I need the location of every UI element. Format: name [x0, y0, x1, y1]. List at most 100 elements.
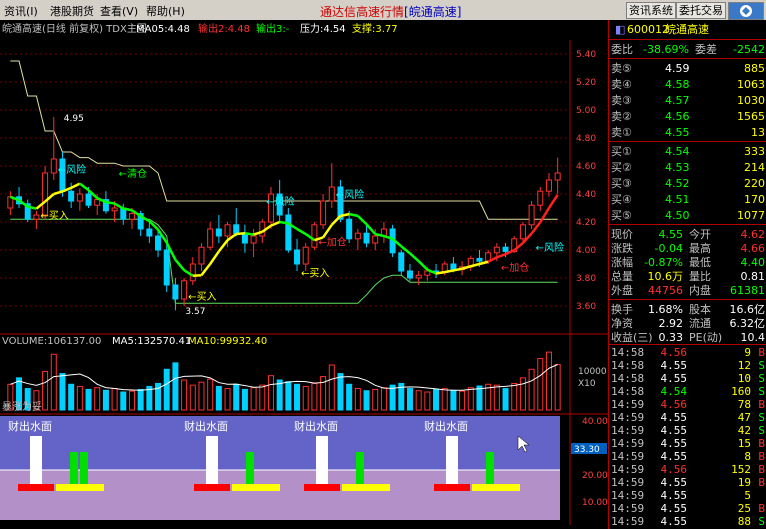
volume-bar [354, 388, 361, 411]
tick-row: 14:59 4.56 152 B [609, 463, 766, 477]
indicator-yellow-base [342, 484, 390, 491]
sell-level-price: 4.55 [665, 126, 690, 139]
tick-side: S [758, 424, 765, 437]
tick-row: 14:59 4.55 25 B [609, 502, 766, 516]
indicator-red-base [194, 484, 230, 491]
fundamental-label-right: PE(动) [689, 331, 723, 344]
stat-value: -0.87% [644, 256, 683, 269]
tick-volume: 42 [737, 424, 751, 437]
sell-level-row: 卖② 4.56 1565 [609, 109, 766, 124]
sell-level-row: 卖③ 4.57 1030 [609, 93, 766, 108]
info-system-button[interactable]: 资讯系统 [626, 2, 676, 19]
indicator-green-bar [486, 452, 494, 484]
tick-volume: 160 [731, 385, 751, 398]
candle-body [502, 246, 509, 252]
volume-bar [433, 388, 440, 411]
volume-bar [294, 383, 301, 411]
candle-body [198, 246, 205, 265]
tick-time: 14:59 [611, 411, 645, 424]
buy-level-price: 4.50 [665, 209, 690, 222]
indicator-white-bar [30, 436, 42, 484]
candle-body [94, 199, 101, 206]
quote-fundamental-row: 收益(三) 0.33 PE(动) 10.4 [609, 330, 766, 345]
volume-bar [328, 364, 335, 411]
sell-level-price: 4.57 [665, 94, 690, 107]
tick-row: 14:58 4.55 12 S [609, 359, 766, 373]
candle-body [215, 228, 222, 237]
candle-body [42, 172, 49, 216]
volume-ma5-label: MA5:132570.41 [112, 336, 191, 347]
indicator-green-bar [246, 452, 254, 484]
chart-area[interactable]: 5.40 5.20 5.00 4.80 4.60 4.40 4.20 4.00 3.80 3.60… [0, 20, 608, 529]
tick-price: 4.55 [660, 450, 688, 463]
indicator-white-bar [446, 436, 458, 484]
volume-bar [94, 387, 101, 411]
volume-bar [42, 370, 49, 411]
tick-volume: 10 [737, 372, 751, 385]
menu-help[interactable]: 帮助(H) [146, 3, 185, 19]
buy-level-row: 买② 4.53 214 [609, 160, 766, 175]
tick-price: 4.55 [660, 489, 688, 502]
volume-bar [68, 383, 75, 411]
order-ratio-row: 委比 -38.69% 委差 -2542 [609, 42, 766, 57]
stat-label: 总量 [611, 270, 633, 283]
sell-level-row: 卖⑤ 4.59 885 [609, 61, 766, 76]
quote-divider [609, 299, 766, 300]
fundamental-label: 换手 [611, 303, 633, 316]
ma-segment [348, 212, 359, 218]
buy-level-volume: 1077 [737, 209, 765, 222]
tick-price: 4.55 [660, 476, 688, 489]
tick-time: 14:59 [611, 502, 645, 515]
buy-level-price: 4.53 [665, 161, 690, 174]
ma-segment [123, 207, 133, 212]
price-tick-label: 5.40 [576, 50, 596, 60]
tick-price: 4.55 [660, 424, 688, 437]
tick-side: S [758, 385, 765, 398]
tick-volume: 8 [744, 450, 751, 463]
tick-volume: 15 [737, 437, 751, 450]
fundamental-value: 0.33 [658, 331, 684, 344]
volume-bar [450, 389, 457, 411]
candle-body [363, 232, 370, 244]
volume-bar [493, 384, 500, 411]
volume-bar [311, 382, 318, 411]
ma-segment [340, 212, 350, 218]
sell-level-volume: 1030 [737, 94, 765, 107]
stat-value-right: 61381 [730, 284, 765, 297]
trade-button[interactable]: 委托交易 [676, 2, 726, 19]
menu-bar: 资讯(I) 港股期货 查看(V) 帮助(H) 通达信高速行情[皖通高速] 资讯系… [0, 0, 766, 21]
app-title-text: 通达信高速行情 [320, 5, 405, 19]
tick-row: 14:58 4.56 9 B [609, 346, 766, 360]
candle-body [50, 158, 57, 174]
tick-row: 14:59 4.56 78 B [609, 398, 766, 412]
tick-volume: 9 [744, 346, 751, 359]
stat-label: 现价 [611, 228, 633, 241]
stat-value: 44756 [648, 284, 683, 297]
quote-divider [609, 58, 766, 59]
candle-body [545, 179, 552, 192]
candle-body [155, 235, 162, 251]
volume-bar [163, 368, 170, 411]
tick-price: 4.55 [660, 372, 688, 385]
volume-bar [372, 388, 379, 411]
candle-body [33, 214, 40, 220]
volume-bar [502, 388, 509, 411]
order-ratio-label: 委比 [611, 43, 633, 56]
quote-panel: ◧ 600012 皖通高速 委比 -38.69% 委差 -2542 卖⑤ 4.59 885 卖④ 4.… [608, 20, 766, 529]
tick-time: 14:58 [611, 359, 645, 372]
quote-fundamental-row: 换手 1.68% 股本 16.6亿 [609, 302, 766, 317]
buy-level-row: 买⑤ 4.50 1077 [609, 208, 766, 223]
buy-level-price: 4.52 [665, 177, 690, 190]
output3-label: 输出3:- [256, 22, 290, 35]
volume-bar [120, 391, 127, 411]
stat-value: 4.55 [658, 228, 684, 241]
tick-side: S [758, 372, 765, 385]
menu-hk-futures[interactable]: 港股期货 [50, 3, 94, 19]
indicator-current-value: 33.30 [574, 445, 600, 455]
menu-info[interactable]: 资讯(I) [4, 3, 38, 19]
fundamental-value-right: 6.32亿 [729, 317, 766, 330]
price-tick-label: 3.80 [576, 274, 596, 284]
menu-view[interactable]: 查看(V) [100, 3, 138, 19]
buy-level-volume: 170 [744, 193, 765, 206]
tick-volume: 19 [737, 476, 751, 489]
